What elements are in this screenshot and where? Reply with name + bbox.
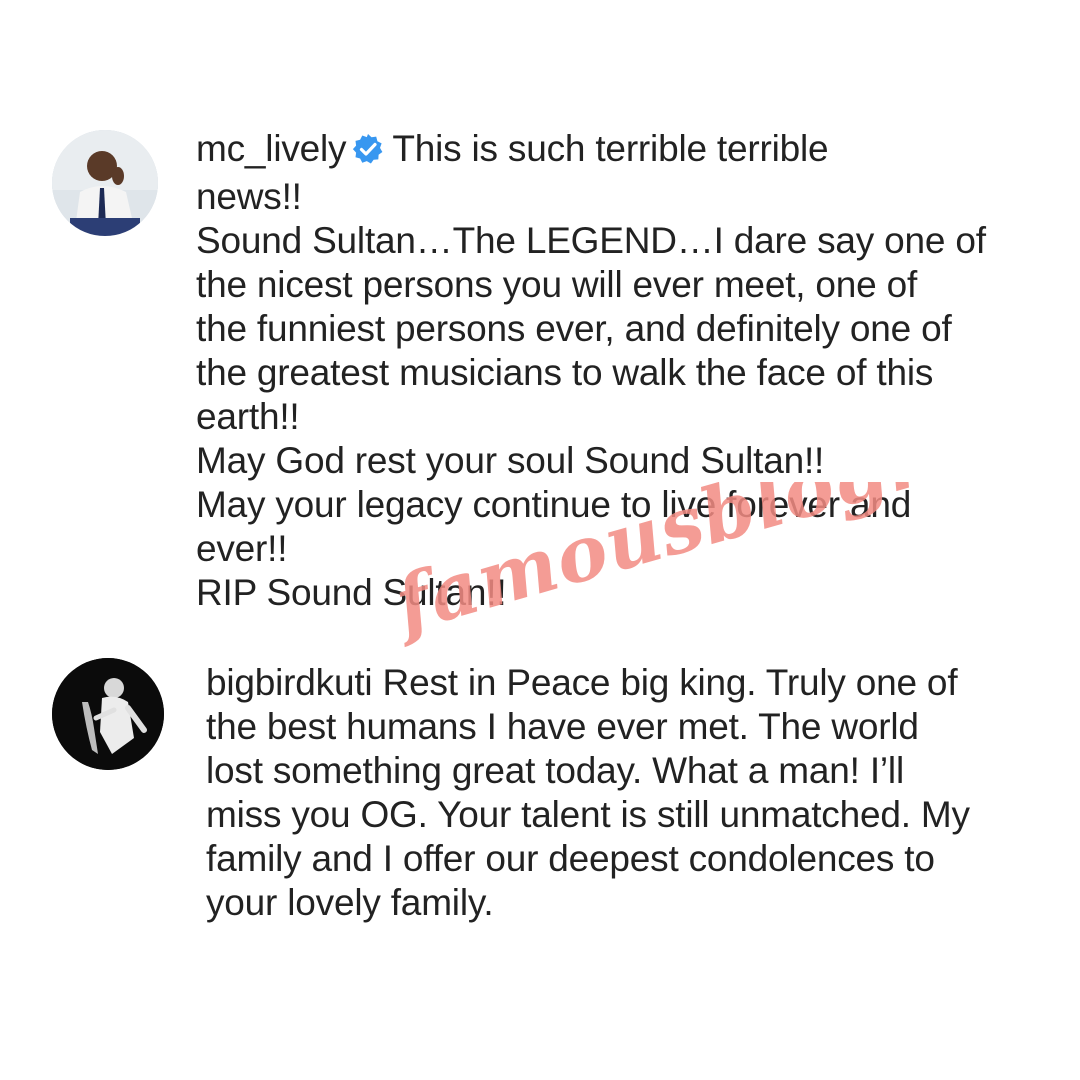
comment-line: earth!! bbox=[196, 396, 300, 437]
comment-line: May your legacy continue to live forever… bbox=[196, 484, 912, 525]
avatar[interactable] bbox=[52, 658, 164, 770]
comment-line: the funniest persons ever, and definitel… bbox=[196, 308, 952, 349]
comment-line: family and I offer our deepest condolenc… bbox=[206, 838, 935, 879]
avatar-photo bbox=[52, 130, 158, 236]
comment-line: lost something great today. What a man! … bbox=[206, 750, 904, 791]
comment-body-first: Rest in Peace big king. Truly one of bbox=[382, 662, 958, 703]
comment-first-line: mc_lively This is such terrible terrible bbox=[196, 127, 986, 175]
avatar-photo bbox=[52, 658, 164, 770]
username[interactable]: bigbirdkuti bbox=[206, 662, 373, 703]
comment-body-first: This is such terrible terrible bbox=[392, 128, 829, 169]
comment-line: May God rest your soul Sound Sultan!! bbox=[196, 440, 825, 481]
comment-text: bigbirdkuti Rest in Peace big king. Trul… bbox=[206, 661, 970, 925]
comment-line: the nicest persons you will ever meet, o… bbox=[196, 264, 918, 305]
comment-line: RIP Sound Sultan!! bbox=[196, 572, 507, 613]
comment-line: your lovely family. bbox=[206, 882, 494, 923]
avatar[interactable] bbox=[52, 130, 158, 236]
comment-line: Sound Sultan…The LEGEND…I dare say one o… bbox=[196, 220, 986, 261]
comment-first-line: bigbirdkuti Rest in Peace big king. Trul… bbox=[206, 661, 970, 705]
comment-line: the greatest musicians to walk the face … bbox=[196, 352, 934, 393]
comment-line: the best humans I have ever met. The wor… bbox=[206, 706, 919, 747]
comment-line: news!! bbox=[196, 176, 302, 217]
verified-badge-icon bbox=[352, 131, 384, 175]
comment-text: mc_lively This is such terrible terrible … bbox=[196, 127, 986, 615]
username[interactable]: mc_lively bbox=[196, 128, 347, 169]
comment-line: miss you OG. Your talent is still unmatc… bbox=[206, 794, 970, 835]
comment-line: ever!! bbox=[196, 528, 288, 569]
